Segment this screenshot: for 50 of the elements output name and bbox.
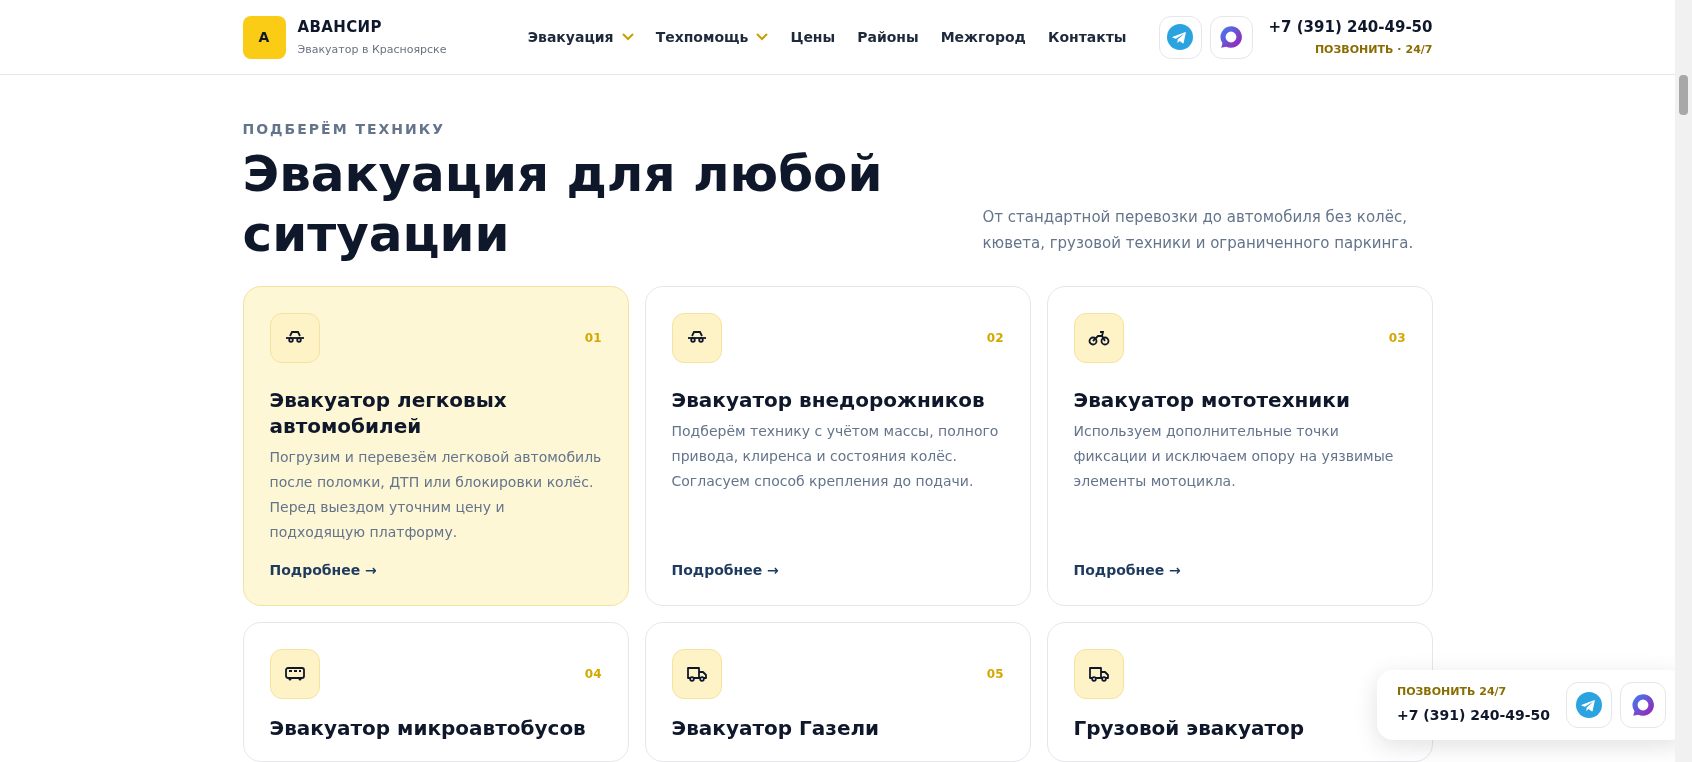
chat-bubble-icon: [1630, 692, 1657, 718]
call-hours: 24/7: [1405, 42, 1433, 58]
service-card[interactable]: 01 Эвакуатор легковых автомобилей Погрузим и перевезём легковой автомобиль после поломки, ДТП или блокировки колёс. Перед выездом уточним цену и подходящую платформу. Подробнее →: [242, 286, 629, 606]
card-description: Используем дополнительные точки фиксации и исключаем опору на уязвимые элементы мотоцикла.: [1073, 422, 1395, 491]
scrollbar-thumb[interactable]: [1679, 75, 1688, 115]
separator-dot: ·: [1397, 42, 1402, 58]
card-title: Эвакуатор Газели: [671, 715, 881, 741]
nav-link[interactable]: Районы: [857, 26, 919, 48]
card-description: Погрузим и перевезём легковой автомобиль после поломки, ДТП или блокировки колёс. Перед выездом уточним цену и подходящую платформу.: [269, 448, 602, 542]
nav-link[interactable]: Цены: [790, 26, 836, 48]
chevron-down-icon: [756, 33, 769, 41]
service-card[interactable]: 02 Эвакуатор внедорожников Подберём технику с учётом массы, полного привода, клиренса и состояния колёс. Согласуем способ крепления до подачи. Подробнее →: [644, 286, 1031, 606]
card-title: Эвакуатор микроавтобусов: [269, 715, 587, 741]
card-description: Подберём технику с учётом массы, полного привода, клиренса и состояния колёс. Согласуем способ крепления до подачи.: [671, 422, 1000, 491]
service-card[interactable]: 03 Эвакуатор мототехники Используем дополнительные точки фиксации и исключаем опору на уязвимые элементы мотоцикла. Подробнее →: [1046, 286, 1433, 606]
card-number: 05: [986, 666, 1004, 683]
telegram-button[interactable]: [1566, 682, 1613, 728]
call-label[interactable]: ПОЗВОНИТЬ: [1314, 42, 1394, 59]
card-title: Грузовой эвакуатор: [1073, 715, 1306, 741]
messenger-button[interactable]: [1620, 682, 1667, 728]
card-title: Эвакуатор мототехники: [1073, 387, 1351, 413]
card-number: 04: [584, 666, 602, 683]
details-link[interactable]: Подробнее →: [269, 560, 377, 581]
scrollbar[interactable]: [1675, 0, 1692, 762]
logo-badge[interactable]: А: [242, 15, 286, 59]
card-title: Эвакуатор внедорожников: [671, 387, 986, 413]
messenger-button[interactable]: [1209, 15, 1253, 59]
chat-bubble-icon: [1218, 24, 1244, 50]
paper-plane-icon: [1167, 24, 1193, 50]
phone-number[interactable]: +7 (391) 240-49-50: [1268, 15, 1433, 38]
nav-link[interactable]: Контакты: [1047, 26, 1127, 48]
section-eyebrow: ПОДБЕРЁМ ТЕХНИКУ: [242, 120, 447, 139]
card-title: Эвакуатор легковых автомобилей: [269, 387, 508, 439]
nav-link[interactable]: Межгород: [940, 26, 1026, 48]
service-card[interactable]: 05 Эвакуатор Газели: [644, 622, 1031, 762]
brand-name: АВАНСИР: [297, 16, 383, 38]
section-title: Эвакуация для любой ситуации: [242, 144, 884, 264]
telegram-button[interactable]: [1158, 15, 1202, 59]
details-link[interactable]: Подробнее →: [1073, 560, 1181, 581]
section-lead: От стандартной перевозки до автомобиля без колёс, кювета, грузовой техники и ограниченного паркинга.: [982, 207, 1415, 254]
chevron-down-icon: [621, 33, 634, 41]
card-number: 01: [584, 330, 602, 347]
nav-link[interactable]: Техпомощь: [655, 26, 769, 48]
details-link[interactable]: Подробнее →: [671, 560, 779, 581]
paper-plane-icon: [1576, 692, 1603, 718]
brand-tagline: Эвакуатор в Красноярске: [297, 42, 447, 58]
card-number: 03: [1388, 330, 1406, 347]
nav-link[interactable]: Эвакуация: [527, 26, 634, 48]
service-card[interactable]: 04 Эвакуатор микроавтобусов: [242, 622, 629, 762]
card-number: 02: [986, 330, 1004, 347]
